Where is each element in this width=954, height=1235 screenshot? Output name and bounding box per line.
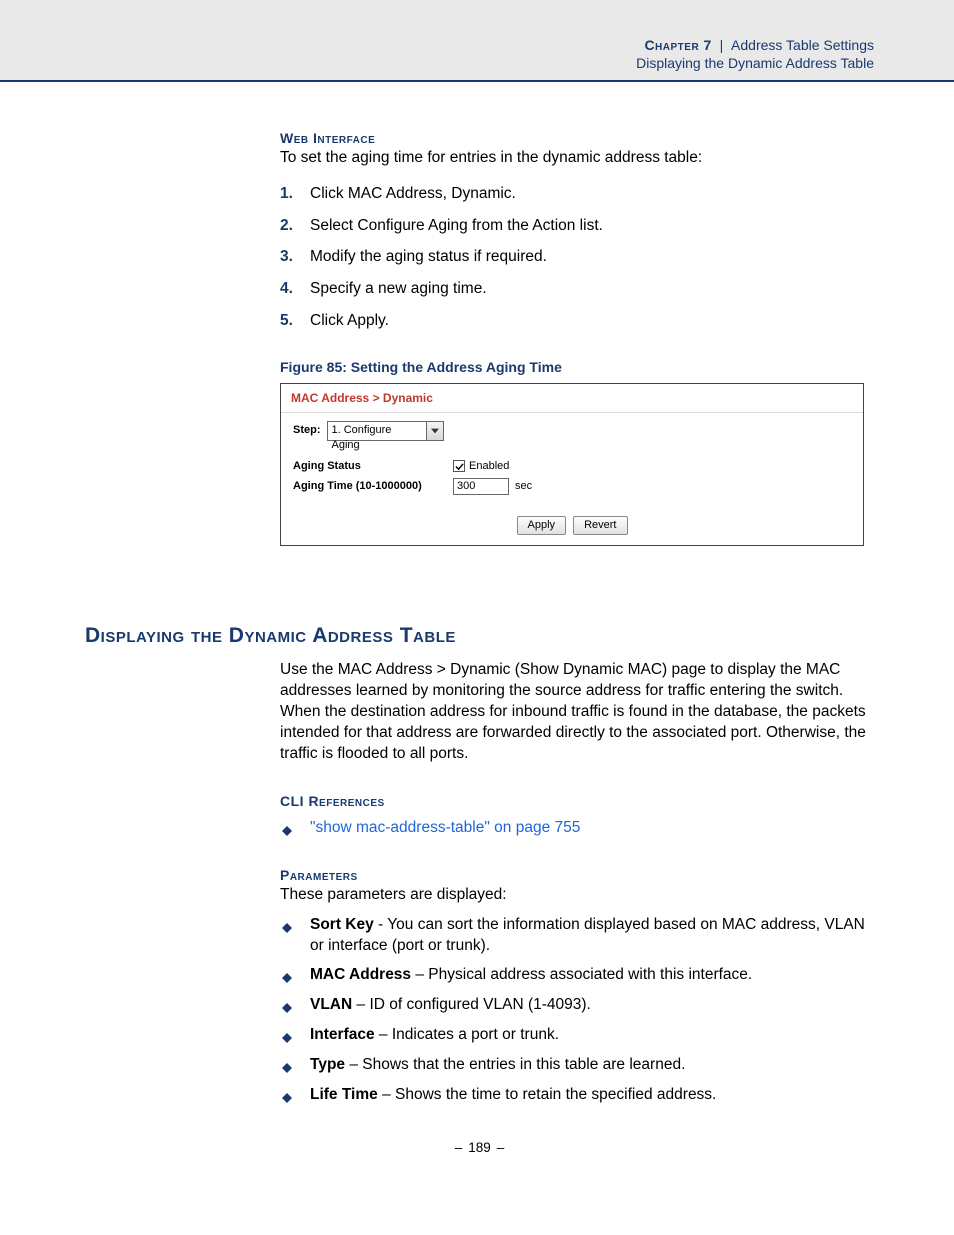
step-number: 4.: [280, 278, 293, 300]
diamond-bullet-icon: [282, 822, 292, 832]
param-name: Interface: [310, 1026, 375, 1043]
step-number: 2.: [280, 215, 293, 237]
web-interface-intro: To set the aging time for entries in the…: [280, 148, 874, 169]
param-desc: Physical address associated with this in…: [428, 966, 752, 983]
chapter-label: Chapter 7: [644, 37, 711, 53]
parameters-heading: Parameters: [280, 867, 874, 883]
aging-time-row: Aging Time (10-1000000) 300 sec: [293, 478, 851, 495]
diamond-bullet-icon: [282, 969, 292, 979]
page-number-value: 189: [468, 1140, 491, 1155]
step-item: 1. Click MAC Address, Dynamic.: [280, 183, 874, 205]
page-header: Chapter 7 | Address Table Settings Displ…: [0, 0, 954, 82]
param-desc: Indicates a port or trunk.: [392, 1026, 559, 1043]
diamond-bullet-icon: [282, 1089, 292, 1099]
param-sep: -: [374, 916, 388, 933]
step-item: 4. Specify a new aging time.: [280, 278, 874, 300]
step-text: Modify the aging status if required.: [310, 248, 547, 265]
param-name: MAC Address: [310, 966, 411, 983]
aging-status-text: Enabled: [469, 460, 509, 473]
step-text: Specify a new aging time.: [310, 280, 487, 297]
section-heading: Displaying the Dynamic Address Table: [85, 624, 874, 648]
step-text: Click MAC Address, Dynamic.: [310, 185, 516, 202]
page-number: –189–: [85, 1140, 874, 1155]
aging-time-input[interactable]: 300: [453, 478, 509, 495]
step-text: Select Configure Aging from the Action l…: [310, 217, 603, 234]
parameters-intro: These parameters are displayed:: [280, 885, 874, 906]
header-separator: |: [720, 37, 724, 53]
step-number: 5.: [280, 310, 293, 332]
step-select-value: 1. Configure Aging: [328, 422, 426, 440]
param-desc: Shows the time to retain the specified a…: [395, 1086, 716, 1103]
param-name: Type: [310, 1056, 345, 1073]
list-item: Life Time – Shows the time to retain the…: [280, 1085, 874, 1106]
param-sep: –: [375, 1026, 392, 1043]
breadcrumb-section: Address Table Settings: [731, 37, 874, 53]
param-desc: ID of configured VLAN (1-4093).: [369, 996, 590, 1013]
figure-step-row: Step: 1. Configure Aging: [281, 413, 863, 449]
apply-button[interactable]: Apply: [517, 516, 567, 535]
step-item: 3. Modify the aging status if required.: [280, 246, 874, 268]
list-item: Type – Shows that the entries in this ta…: [280, 1055, 874, 1076]
param-sep: –: [411, 966, 428, 983]
page-content: Web Interface To set the aging time for …: [0, 82, 954, 1185]
figure-screenshot: MAC Address > Dynamic Step: 1. Configure…: [280, 383, 864, 546]
param-desc: Shows that the entries in this table are…: [362, 1056, 685, 1073]
figure-button-row: Apply Revert: [281, 510, 863, 545]
web-interface-heading: Web Interface: [280, 130, 874, 146]
list-item: MAC Address – Physical address associate…: [280, 965, 874, 986]
param-sep: –: [345, 1056, 362, 1073]
list-item: Interface – Indicates a port or trunk.: [280, 1025, 874, 1046]
aging-status-label: Aging Status: [293, 460, 453, 473]
list-item: Sort Key - You can sort the information …: [280, 915, 874, 957]
list-item: "show mac-address-table" on page 755: [280, 818, 874, 839]
steps-list: 1. Click MAC Address, Dynamic. 2. Select C…: [280, 183, 874, 331]
step-item: 2. Select Configure Aging from the Action…: [280, 215, 874, 237]
aging-status-checkbox[interactable]: [453, 460, 465, 472]
figure-breadcrumb: MAC Address > Dynamic: [281, 384, 863, 412]
revert-button[interactable]: Revert: [573, 516, 627, 535]
figure-caption: Figure 85: Setting the Address Aging Tim…: [280, 359, 874, 375]
param-name: Life Time: [310, 1086, 378, 1103]
list-item: VLAN – ID of configured VLAN (1-4093).: [280, 995, 874, 1016]
diamond-bullet-icon: [282, 919, 292, 929]
step-item: 5. Click Apply.: [280, 310, 874, 332]
step-select[interactable]: 1. Configure Aging: [327, 421, 444, 441]
step-number: 1.: [280, 183, 293, 205]
param-name: VLAN: [310, 996, 352, 1013]
step-text: Click Apply.: [310, 312, 389, 329]
param-name: Sort Key: [310, 916, 374, 933]
aging-time-label: Aging Time (10-1000000): [293, 480, 453, 493]
cli-reference-link[interactable]: "show mac-address-table" on page 755: [310, 819, 580, 836]
figure-form: Aging Status Enabled Aging Time (10-1000…: [281, 449, 863, 510]
diamond-bullet-icon: [282, 1029, 292, 1039]
breadcrumb-subsection: Displaying the Dynamic Address Table: [0, 54, 874, 72]
step-label: Step:: [293, 424, 321, 437]
section-paragraph: Use the MAC Address > Dynamic (Show Dyna…: [280, 660, 874, 765]
diamond-bullet-icon: [282, 999, 292, 1009]
param-sep: –: [378, 1086, 395, 1103]
aging-time-unit: sec: [515, 480, 532, 493]
step-number: 3.: [280, 246, 293, 268]
chevron-down-icon: [426, 422, 443, 440]
param-desc: You can sort the information displayed b…: [310, 916, 865, 954]
param-sep: –: [352, 996, 369, 1013]
parameters-list: Sort Key - You can sort the information …: [280, 915, 874, 1106]
diamond-bullet-icon: [282, 1059, 292, 1069]
cli-references-heading: CLI References: [280, 793, 874, 809]
aging-status-row: Aging Status Enabled: [293, 460, 851, 473]
